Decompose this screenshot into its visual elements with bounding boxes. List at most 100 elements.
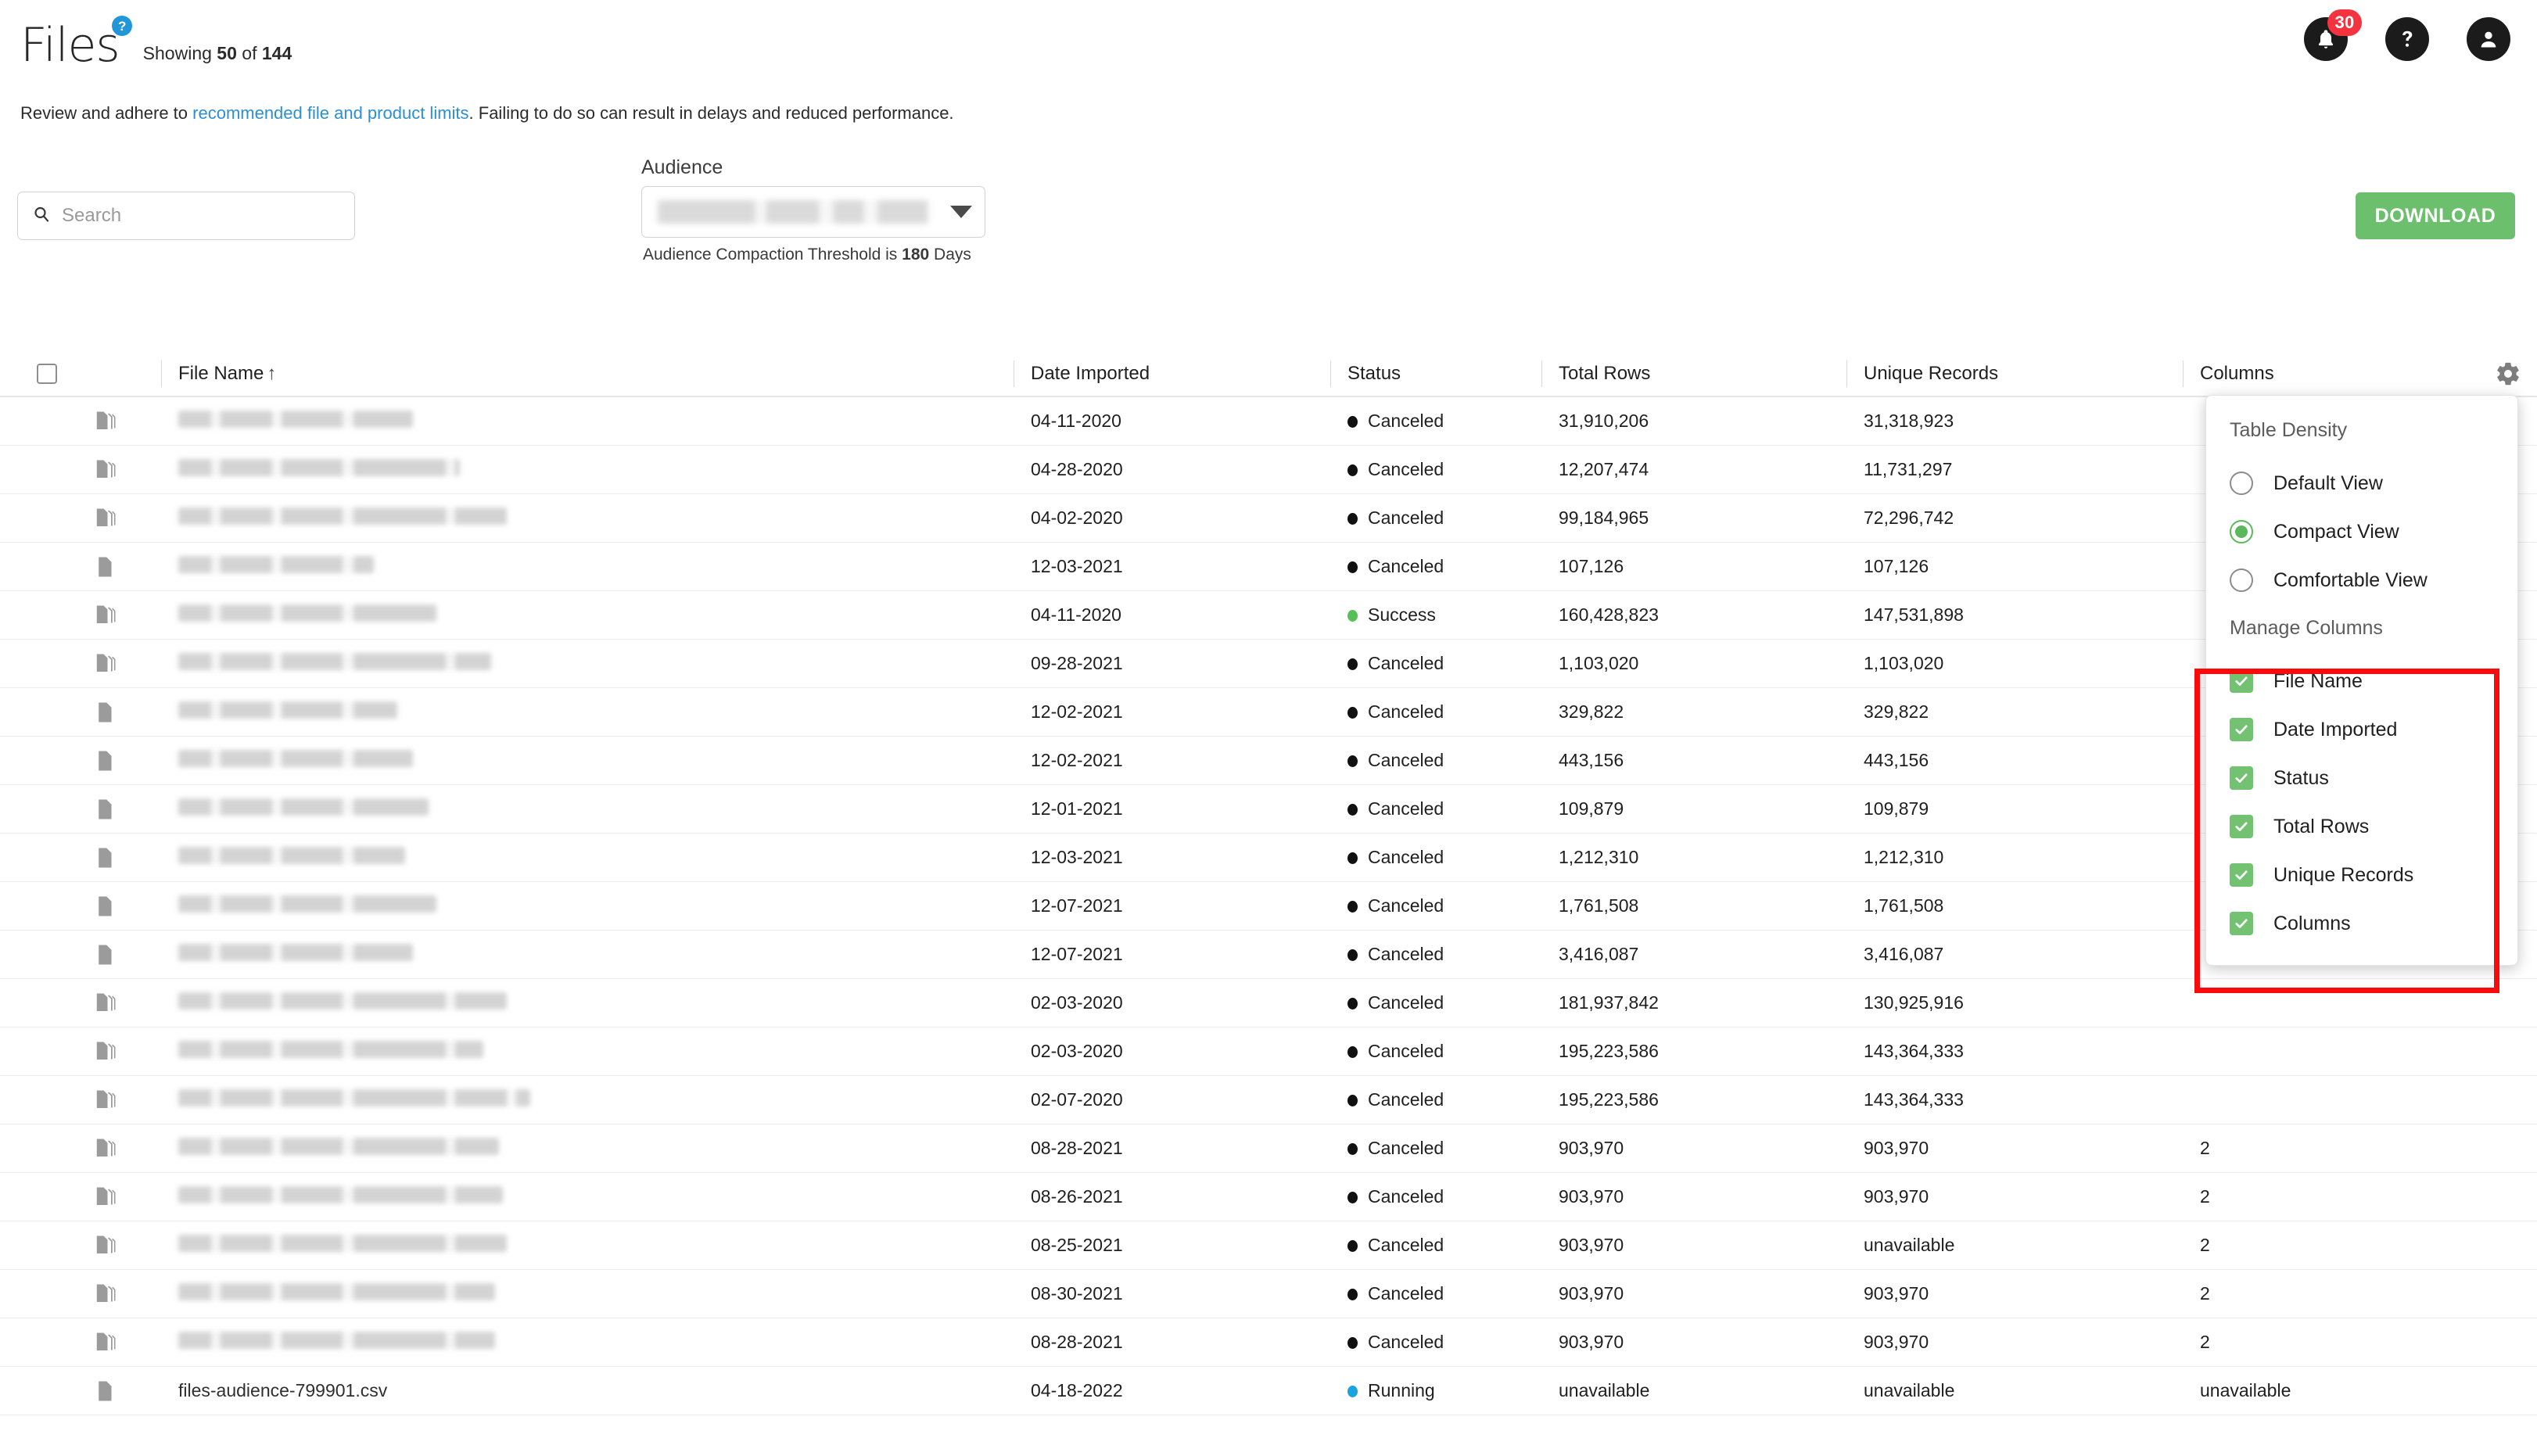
file-name-text: [178, 507, 507, 525]
manage-column-option-4[interactable]: Total Rows: [2206, 802, 2517, 851]
table-row[interactable]: 12-07-2021 Canceled 3,416,087 3,416,087: [0, 931, 2537, 979]
search-input[interactable]: Search: [17, 192, 355, 240]
table-row[interactable]: 12-02-2021 Canceled 329,822 329,822: [0, 688, 2537, 737]
showing-count: Showing 50 of 144: [143, 43, 292, 69]
table-row[interactable]: 04-11-2020 Canceled 31,910,206 31,318,923: [0, 397, 2537, 446]
status-dot-icon: [1347, 1386, 1358, 1398]
checkbox-checked-icon[interactable]: [2230, 912, 2253, 935]
single-file-icon: [94, 1379, 178, 1403]
table-row[interactable]: 09-28-2021 Canceled 1,103,020 1,103,020: [0, 640, 2537, 688]
table-settings-button[interactable]: [2495, 360, 2521, 387]
status-dot-icon: [1347, 464, 1358, 477]
single-file-icon: [94, 749, 178, 773]
radio-selected-icon[interactable]: [2230, 520, 2253, 543]
status-dot-icon: [1347, 949, 1358, 962]
status-dot-icon: [1347, 1095, 1358, 1107]
files-page: 30 Files ? Showing 50 of 144 Review and …: [0, 0, 2537, 1456]
table-row[interactable]: 08-25-2021 Canceled 903,970 unavailable 2: [0, 1221, 2537, 1270]
cell-file-name: [178, 652, 1031, 675]
column-header-columns[interactable]: Columns: [2200, 363, 2537, 385]
cell-total-rows: 195,223,586: [1559, 1089, 1659, 1110]
cell-date-imported: 08-25-2021: [1031, 1235, 1123, 1255]
cell-status: Canceled: [1347, 1138, 1559, 1159]
multi-file-icon: [94, 1137, 178, 1160]
column-header-unique-records[interactable]: Unique Records: [1864, 363, 2200, 385]
density-option-1[interactable]: Default View: [2206, 459, 2517, 507]
single-file-icon: [94, 943, 178, 966]
table-row[interactable]: 02-03-2020 Canceled 195,223,586 143,364,333: [0, 1027, 2537, 1076]
notification-badge: 30: [2327, 9, 2362, 36]
showing-prefix: Showing: [142, 43, 217, 63]
cell-date-imported: 02-07-2020: [1031, 1089, 1123, 1110]
table-row[interactable]: 08-30-2021 Canceled 903,970 903,970 2: [0, 1270, 2537, 1318]
audience-selected-value: [658, 200, 936, 224]
table-header-row: File Name ↑ Date Imported Status Total Ro…: [0, 352, 2537, 397]
cell-unique-records: 130,925,916: [1864, 992, 1964, 1013]
file-name-text: [178, 798, 429, 816]
manage-column-option-3[interactable]: Status: [2206, 754, 2517, 802]
limits-link[interactable]: recommended file and product limits: [192, 103, 468, 123]
table-row[interactable]: 04-11-2020 Success 160,428,823 147,531,898: [0, 591, 2537, 640]
manage-column-option-5[interactable]: Unique Records: [2206, 851, 2517, 899]
select-all-checkbox[interactable]: [37, 364, 57, 384]
table-row[interactable]: 04-02-2020 Canceled 99,184,965 72,296,742: [0, 494, 2537, 543]
manage-column-label: File Name: [2273, 669, 2363, 692]
table-row[interactable]: 04-28-2020 Canceled 12,207,474 11,731,297: [0, 446, 2537, 494]
audience-select[interactable]: [641, 186, 985, 238]
audience-label: Audience: [641, 156, 723, 178]
table-row[interactable]: 12-01-2021 Canceled 109,879 109,879: [0, 785, 2537, 834]
column-header-total-rows[interactable]: Total Rows: [1559, 363, 1864, 385]
manage-column-label: Unique Records: [2273, 863, 2414, 886]
popover-divider: [2206, 604, 2517, 617]
cell-status: Canceled: [1347, 750, 1559, 771]
cell-status: Canceled: [1347, 944, 1559, 965]
table-row[interactable]: 12-03-2021 Canceled 107,126 107,126: [0, 543, 2537, 591]
cell-date-imported: 08-26-2021: [1031, 1186, 1123, 1207]
help-button[interactable]: [2385, 17, 2429, 61]
account-button[interactable]: [2467, 17, 2510, 61]
checkbox-checked-icon[interactable]: [2230, 669, 2253, 693]
table-row[interactable]: 12-07-2021 Canceled 1,761,508 1,761,508: [0, 882, 2537, 931]
cell-unique-records: 143,364,333: [1864, 1041, 1964, 1061]
table-row[interactable]: 12-03-2021 Canceled 1,212,310 1,212,310: [0, 834, 2537, 882]
cell-status: Canceled: [1347, 1186, 1559, 1207]
radio-unselected-icon[interactable]: [2230, 472, 2253, 495]
status-dot-icon: [1347, 901, 1358, 913]
table-row[interactable]: files-audience-799901.csv 04-18-2022 Runni…: [0, 1367, 2537, 1415]
table-row[interactable]: 08-28-2021 Canceled 903,970 903,970 2: [0, 1124, 2537, 1173]
checkbox-checked-icon[interactable]: [2230, 718, 2253, 741]
notifications-button[interactable]: 30: [2304, 9, 2362, 61]
manage-column-option-1[interactable]: File Name: [2206, 657, 2517, 705]
checkbox-checked-icon[interactable]: [2230, 815, 2253, 838]
manage-column-option-6[interactable]: Columns: [2206, 899, 2517, 948]
status-dot-icon: [1347, 658, 1358, 671]
title-help-icon[interactable]: ?: [111, 16, 132, 36]
cell-date-imported: 08-28-2021: [1031, 1332, 1123, 1352]
page-title: Files ?: [20, 16, 132, 69]
table-row[interactable]: 08-26-2021 Canceled 903,970 903,970 2: [0, 1173, 2537, 1221]
density-option-2[interactable]: Compact View: [2206, 507, 2517, 556]
cell-unique-records: 1,212,310: [1864, 847, 1944, 867]
density-option-3[interactable]: Comfortable View: [2206, 556, 2517, 604]
checkbox-checked-icon[interactable]: [2230, 863, 2253, 887]
checkbox-checked-icon[interactable]: [2230, 766, 2253, 790]
table-row[interactable]: 02-07-2020 Canceled 195,223,586 143,364,333: [0, 1076, 2537, 1124]
download-button[interactable]: DOWNLOAD: [2356, 192, 2515, 239]
column-header-status[interactable]: Status: [1347, 363, 1559, 385]
manage-column-option-2[interactable]: Date Imported: [2206, 705, 2517, 754]
table-row[interactable]: 02-03-2020 Canceled 181,937,842 130,925,916: [0, 979, 2537, 1027]
column-header-date-imported[interactable]: Date Imported: [1031, 363, 1347, 385]
manage-column-label: Total Rows: [2273, 815, 2370, 837]
cell-unique-records: unavailable: [1864, 1235, 1955, 1255]
table-row[interactable]: 08-28-2021 Canceled 903,970 903,970 2: [0, 1318, 2537, 1367]
cell-unique-records: 72,296,742: [1864, 507, 1954, 528]
topbar-icons: 30: [2304, 9, 2510, 61]
column-header-file-name[interactable]: File Name ↑: [178, 363, 1031, 385]
file-name-text: [178, 1137, 499, 1155]
table-row[interactable]: 12-02-2021 Canceled 443,156 443,156: [0, 737, 2537, 785]
cell-total-rows: 1,212,310: [1559, 847, 1639, 867]
cell-status: Canceled: [1347, 653, 1559, 674]
file-name-text: files-audience-799901.csv: [178, 1380, 388, 1400]
radio-unselected-icon[interactable]: [2230, 568, 2253, 592]
audience-filter: Audience Audience Compaction Threshold i…: [641, 156, 985, 264]
